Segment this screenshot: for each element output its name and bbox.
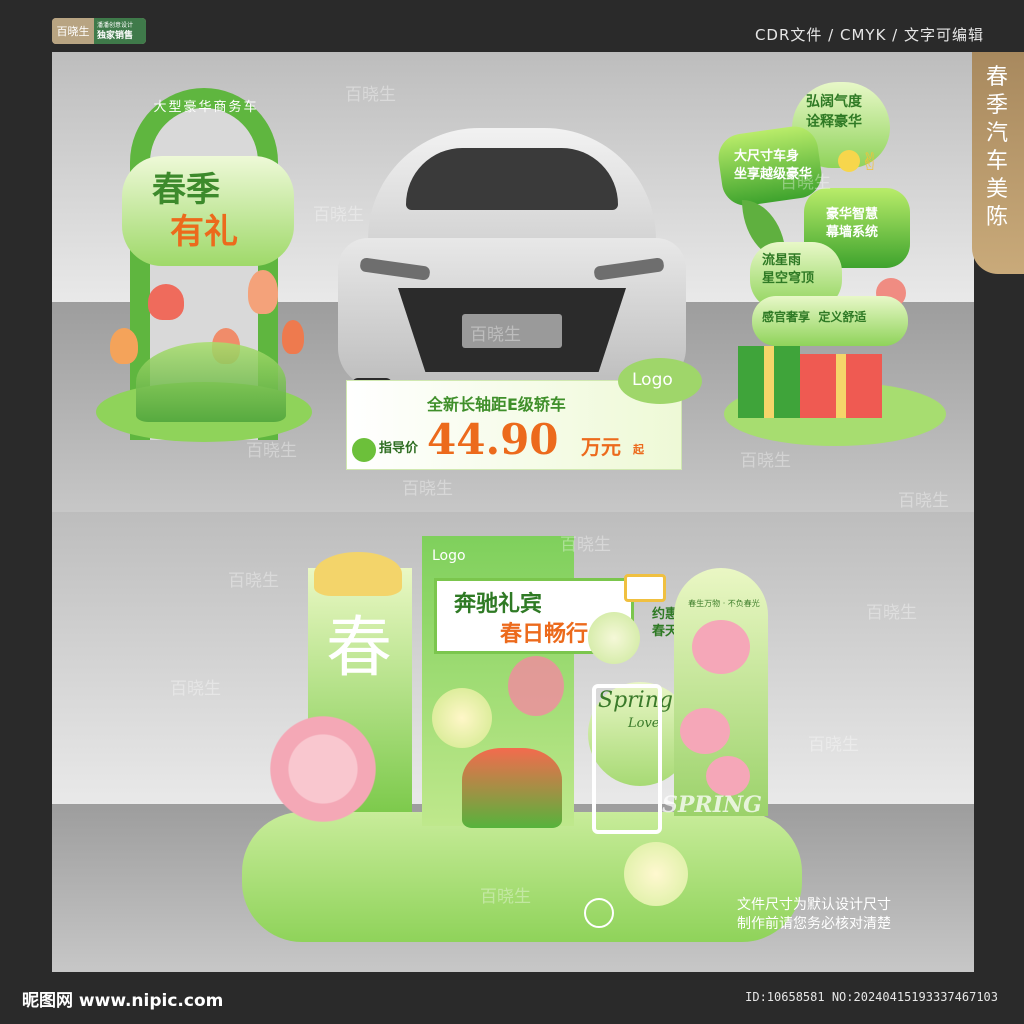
- arch-curve-text: 大型豪华商务车: [153, 100, 259, 115]
- size-note-line2: 制作前请您务必核对清楚: [737, 916, 891, 932]
- flower-icon: [838, 150, 860, 172]
- watermark: 百晓生: [345, 85, 396, 105]
- white-frame: [592, 684, 662, 834]
- feature-1-line1: 弘阔气度: [806, 94, 862, 110]
- watermark: 百晓生: [480, 887, 531, 907]
- file-info: CDR文件 / CMYK / 文字可编辑: [754, 26, 984, 44]
- watermark: 百晓生: [780, 173, 831, 193]
- brand-badge-text: 独家销售: [97, 31, 134, 41]
- site-link[interactable]: 昵图网 www.nipic.com: [22, 986, 223, 1011]
- spring-word: SPRING: [662, 792, 762, 818]
- brand-tagline: 潘潘创意设计: [97, 22, 134, 29]
- feature-5-line2: 定义舒适: [818, 310, 867, 324]
- brand-badge: 百晓生 潘潘创意设计 独家销售: [52, 18, 146, 44]
- glow-flower-icon: [432, 688, 492, 748]
- side-tag: 春季汽车美陈: [972, 52, 1024, 274]
- arch-small-text: 春生万物 · 不负春光: [688, 599, 760, 608]
- tulip-icon: [148, 284, 184, 320]
- watermark: 百晓生: [228, 571, 279, 591]
- board-logo: Logo: [432, 548, 466, 564]
- small-sign: [624, 574, 666, 602]
- pink-flower-icon: [508, 656, 564, 716]
- price-value: 44.90: [427, 415, 559, 464]
- price-headline: 全新长轴距E级轿车: [427, 395, 566, 414]
- logo-bubble: Logo: [618, 358, 702, 404]
- title-sign-line2: 春日畅行: [500, 621, 589, 647]
- watermark: 百晓生: [866, 603, 917, 623]
- logo-text: Logo: [632, 370, 673, 390]
- clover-icon: [352, 438, 376, 462]
- big-spring-char: 春: [326, 609, 392, 686]
- pink-flower-icon: [692, 620, 750, 674]
- feature-5-line1: 感官奢享: [762, 310, 811, 324]
- watermark: 百晓生: [898, 491, 949, 511]
- feature-3-line2: 幕墙系统: [826, 225, 879, 240]
- arch-title-line2: 有礼: [170, 212, 238, 252]
- price-label: 指导价: [379, 441, 419, 456]
- watermark: 百晓生: [246, 441, 297, 461]
- tulip-icon: [282, 320, 304, 354]
- tulip-icon: [248, 270, 278, 314]
- feature-3-line1: 豪华智慧: [826, 207, 879, 222]
- feature-1-line2: 诠释豪华: [806, 114, 862, 130]
- victory-hand-icon: ✌: [860, 148, 881, 176]
- pink-flower-icon: [680, 708, 730, 754]
- bow-icon: [314, 552, 402, 596]
- tulip-cluster: [462, 748, 562, 828]
- feature-3: 豪华智慧 幕墙系统: [826, 206, 878, 242]
- watermark: 百晓生: [808, 735, 859, 755]
- size-note: 文件尺寸为默认设计尺寸 制作前请您务必核对清楚: [737, 896, 891, 934]
- leaf-cluster: [136, 342, 286, 422]
- gift-box-green: [738, 346, 800, 418]
- feature-2-line1: 大尺寸车身: [734, 149, 800, 164]
- price-suffix: 起: [633, 443, 644, 456]
- panel-car-display: 大型豪华商务车 春季 有礼 全新长轴距E级轿车 指导价 44.90 万元 起 L…: [52, 52, 974, 512]
- price-unit: 万元: [581, 435, 621, 459]
- gift-box-red: [800, 354, 882, 418]
- watermark: 百晓生: [560, 535, 611, 555]
- brand-name: 百晓生: [52, 18, 94, 44]
- watermark: 百晓生: [470, 325, 521, 345]
- title-sign-line1: 奔驰礼宾: [454, 591, 543, 617]
- feature-1: 弘阔气度 诠释豪华: [806, 92, 862, 132]
- feature-4: 流星雨 星空穹顶: [762, 252, 814, 288]
- tulip-icon: [110, 328, 138, 364]
- size-note-line1: 文件尺寸为默认设计尺寸: [737, 897, 891, 913]
- feature-5: 感官奢享 定义舒适: [762, 308, 866, 325]
- fan-leaf-icon: [588, 612, 640, 664]
- flower-outline-icon: [584, 898, 614, 928]
- feature-4-line2: 星空穹顶: [762, 271, 815, 286]
- watermark: 百晓生: [313, 205, 364, 225]
- side-tag-text: 春季汽车美陈: [985, 65, 1008, 230]
- pink-flower-icon: [706, 756, 750, 796]
- feature-4-line1: 流星雨: [762, 253, 802, 268]
- watermark: 百晓生: [402, 479, 453, 499]
- pink-blossom-icon: [248, 684, 398, 854]
- glow-flower-icon: [624, 842, 688, 906]
- image-id: ID:10658581 NO:20240415193337467103: [745, 990, 998, 1004]
- watermark: 百晓生: [170, 679, 221, 699]
- watermark: 百晓生: [740, 451, 791, 471]
